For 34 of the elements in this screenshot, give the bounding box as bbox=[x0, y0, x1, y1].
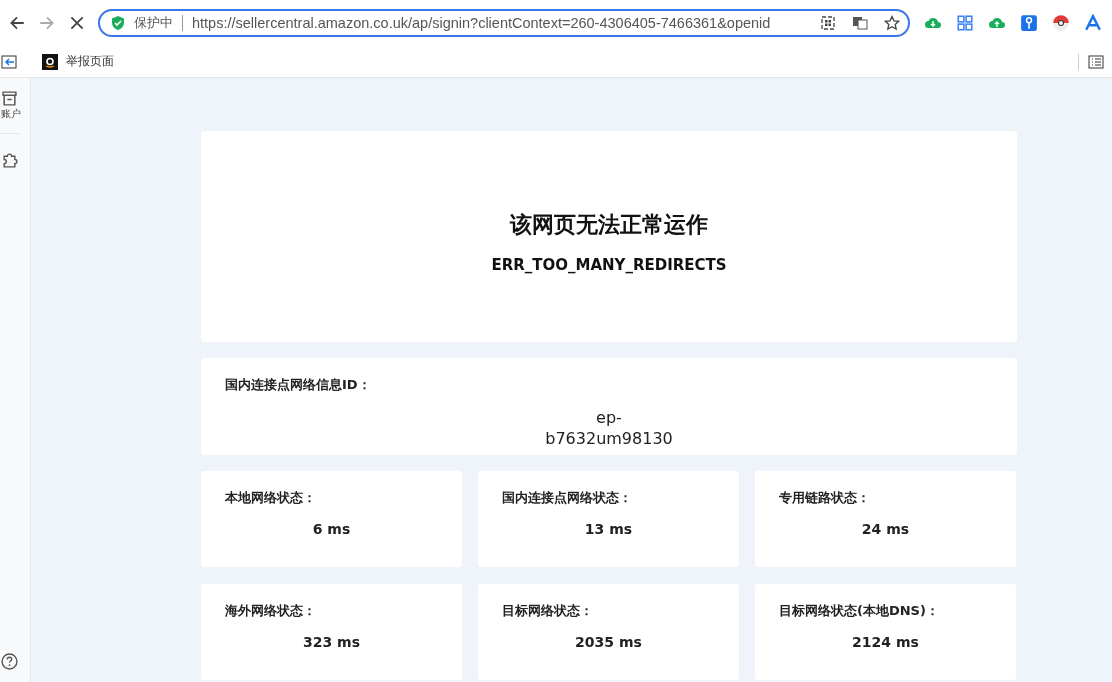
metric-value: 2035 ms bbox=[574, 634, 643, 650]
puzzle-icon[interactable] bbox=[1, 152, 18, 169]
metric-value: 13 ms bbox=[583, 521, 634, 537]
metric-label: 目标网络状态(本地DNS)： bbox=[779, 602, 940, 620]
metric-label: 国内连接点网络状态： bbox=[502, 489, 633, 507]
metric-label: 海外网络状态： bbox=[225, 602, 317, 620]
info-value: ep-b7632um98130 bbox=[544, 408, 674, 450]
key-icon[interactable] bbox=[1020, 14, 1038, 32]
qr-code-icon[interactable] bbox=[820, 15, 836, 31]
error-code: ERR_TOO_MANY_REDIRECTS bbox=[491, 255, 727, 274]
grid-icon[interactable] bbox=[956, 14, 974, 32]
star-icon[interactable] bbox=[884, 15, 900, 31]
metric-value: 24 ms bbox=[860, 521, 911, 537]
security-label: 保护中 bbox=[134, 14, 173, 32]
metric-label: 本地网络状态： bbox=[225, 489, 317, 507]
info-label: 国内连接点网络信息ID： bbox=[225, 376, 372, 394]
sidebar-toggle-icon[interactable] bbox=[1, 53, 17, 70]
sidebar-label[interactable]: 账户 bbox=[1, 107, 21, 121]
help-icon[interactable] bbox=[1, 653, 18, 670]
shield-icon bbox=[110, 15, 126, 31]
metric-label: 专用链路状态： bbox=[779, 489, 871, 507]
close-icon[interactable] bbox=[68, 14, 86, 32]
reading-list-icon[interactable] bbox=[1088, 53, 1104, 70]
back-icon[interactable] bbox=[8, 14, 26, 32]
metric-value: 323 ms bbox=[302, 634, 361, 650]
metric-label: 目标网络状态： bbox=[502, 602, 594, 620]
bookmark-item[interactable]: 举报页面 bbox=[66, 53, 114, 70]
metric-value: 6 ms bbox=[311, 521, 352, 537]
ball-icon[interactable] bbox=[1052, 14, 1070, 32]
address-bar[interactable]: 保护中 https://sellercentral.amazon.co.uk/ap/signin?clientContext=260-4306405-7466361&openid bbox=[98, 9, 910, 37]
error-title: 该网页无法正常运作 bbox=[510, 210, 708, 239]
letter-a-icon[interactable] bbox=[1084, 14, 1102, 32]
url-text: https://sellercentral.amazon.co.uk/ap/signin?clientContext=260-4306405-7466361&openid bbox=[192, 15, 772, 31]
metric-value: 2124 ms bbox=[851, 634, 920, 650]
